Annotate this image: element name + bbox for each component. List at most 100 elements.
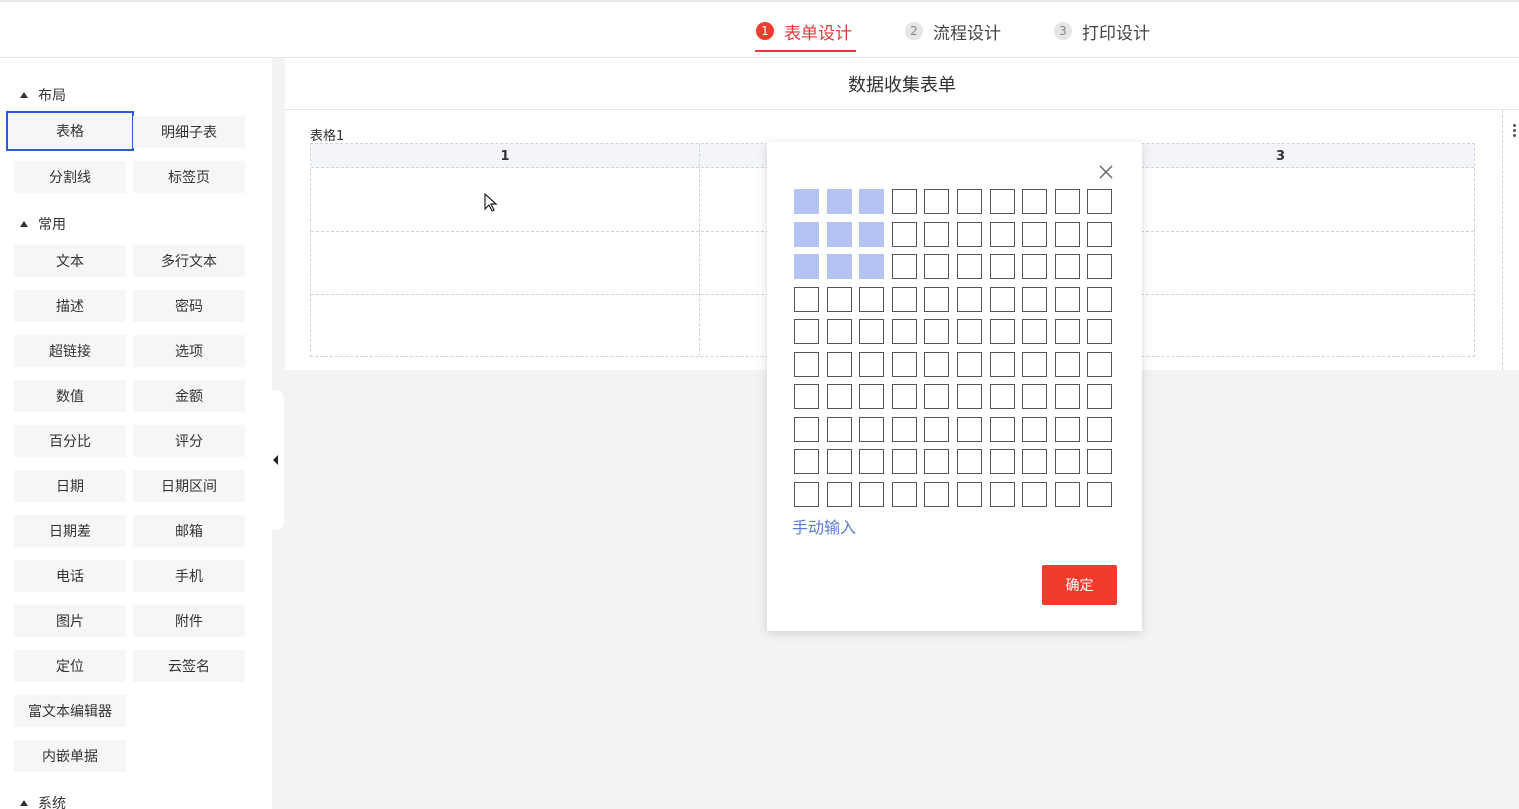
grid-cell[interactable] (859, 449, 884, 474)
component-multiline-text-button[interactable]: 多行文本 (133, 245, 245, 277)
grid-cell[interactable] (957, 254, 982, 279)
grid-cell[interactable] (1022, 287, 1047, 312)
component-phone-button[interactable]: 电话 (14, 560, 126, 592)
grid-cell-selected[interactable] (794, 222, 819, 247)
confirm-button[interactable]: 确定 (1042, 565, 1117, 605)
grid-cell[interactable] (957, 222, 982, 247)
grid-cell[interactable] (1087, 189, 1112, 214)
grid-cell[interactable] (892, 189, 917, 214)
grid-cell[interactable] (1022, 417, 1047, 442)
grid-cell[interactable] (892, 287, 917, 312)
grid-cell[interactable] (892, 449, 917, 474)
grid-cell[interactable] (924, 384, 949, 409)
grid-cell[interactable] (990, 222, 1015, 247)
grid-cell[interactable] (957, 319, 982, 344)
grid-cell[interactable] (827, 287, 852, 312)
grid-cell[interactable] (892, 319, 917, 344)
grid-cell[interactable] (924, 482, 949, 507)
grid-cell[interactable] (1022, 482, 1047, 507)
grid-cell[interactable] (794, 384, 819, 409)
grid-cell[interactable] (1055, 287, 1080, 312)
table-size-grid[interactable] (794, 189, 1114, 509)
grid-cell-selected[interactable] (859, 222, 884, 247)
grid-cell[interactable] (827, 449, 852, 474)
grid-cell[interactable] (1087, 254, 1112, 279)
grid-cell[interactable] (924, 287, 949, 312)
grid-cell[interactable] (827, 352, 852, 377)
grid-cell[interactable] (990, 352, 1015, 377)
grid-cell[interactable] (957, 384, 982, 409)
grid-cell[interactable] (1022, 384, 1047, 409)
step-form-design[interactable]: 1 表单设计 (756, 16, 852, 46)
grid-cell[interactable] (1055, 254, 1080, 279)
grid-cell[interactable] (990, 384, 1015, 409)
component-date-button[interactable]: 日期 (14, 470, 126, 502)
grid-cell[interactable] (794, 482, 819, 507)
grid-cell[interactable] (1055, 449, 1080, 474)
grid-cell[interactable] (924, 449, 949, 474)
grid-cell[interactable] (924, 417, 949, 442)
grid-cell[interactable] (1022, 222, 1047, 247)
grid-cell[interactable] (1087, 352, 1112, 377)
grid-cell[interactable] (990, 287, 1015, 312)
grid-cell[interactable] (1087, 287, 1112, 312)
section-system[interactable]: 系统 (20, 793, 66, 809)
grid-cell-selected[interactable] (859, 254, 884, 279)
grid-cell[interactable] (957, 287, 982, 312)
grid-cell[interactable] (1055, 384, 1080, 409)
grid-cell[interactable] (794, 287, 819, 312)
grid-cell[interactable] (1022, 449, 1047, 474)
more-vertical-icon[interactable] (1513, 124, 1516, 137)
grid-cell[interactable] (924, 189, 949, 214)
grid-cell[interactable] (990, 319, 1015, 344)
grid-cell[interactable] (859, 417, 884, 442)
grid-cell[interactable] (990, 254, 1015, 279)
grid-cell[interactable] (794, 417, 819, 442)
component-password-button[interactable]: 密码 (133, 290, 245, 322)
grid-cell[interactable] (957, 482, 982, 507)
grid-cell[interactable] (892, 482, 917, 507)
grid-cell-selected[interactable] (794, 254, 819, 279)
grid-cell[interactable] (1022, 189, 1047, 214)
component-date-diff-button[interactable]: 日期差 (14, 515, 126, 547)
grid-cell[interactable] (1055, 222, 1080, 247)
grid-cell[interactable] (990, 189, 1015, 214)
grid-cell[interactable] (1022, 352, 1047, 377)
grid-cell[interactable] (859, 384, 884, 409)
grid-cell[interactable] (1087, 319, 1112, 344)
grid-cell[interactable] (924, 319, 949, 344)
sidebar-collapse-toggle[interactable] (266, 390, 284, 530)
grid-cell[interactable] (957, 449, 982, 474)
grid-cell[interactable] (1022, 319, 1047, 344)
component-number-button[interactable]: 数值 (14, 380, 126, 412)
grid-cell[interactable] (1087, 449, 1112, 474)
component-mobile-button[interactable]: 手机 (133, 560, 245, 592)
grid-cell[interactable] (859, 319, 884, 344)
grid-cell[interactable] (794, 449, 819, 474)
component-hyperlink-button[interactable]: 超链接 (14, 335, 126, 367)
manual-input-link[interactable]: 手动输入 (792, 514, 856, 538)
grid-cell[interactable] (1055, 352, 1080, 377)
component-email-button[interactable]: 邮箱 (133, 515, 245, 547)
component-amount-button[interactable]: 金额 (133, 380, 245, 412)
component-divider-button[interactable]: 分割线 (14, 161, 126, 193)
component-description-button[interactable]: 描述 (14, 290, 126, 322)
grid-cell[interactable] (957, 189, 982, 214)
grid-cell[interactable] (1055, 482, 1080, 507)
grid-cell[interactable] (794, 319, 819, 344)
grid-cell-selected[interactable] (827, 222, 852, 247)
grid-cell[interactable] (892, 254, 917, 279)
grid-cell[interactable] (1055, 319, 1080, 344)
component-rating-button[interactable]: 评分 (133, 425, 245, 457)
grid-cell[interactable] (859, 482, 884, 507)
grid-cell[interactable] (892, 417, 917, 442)
grid-cell[interactable] (892, 352, 917, 377)
grid-cell[interactable] (957, 352, 982, 377)
grid-cell[interactable] (1087, 482, 1112, 507)
grid-cell[interactable] (924, 222, 949, 247)
grid-cell-selected[interactable] (827, 254, 852, 279)
component-cloud-signature-button[interactable]: 云签名 (133, 650, 245, 682)
component-rich-text-editor-button[interactable]: 富文本编辑器 (14, 695, 126, 727)
step-process-design[interactable]: 2 流程设计 (905, 16, 1001, 46)
grid-cell[interactable] (1055, 189, 1080, 214)
